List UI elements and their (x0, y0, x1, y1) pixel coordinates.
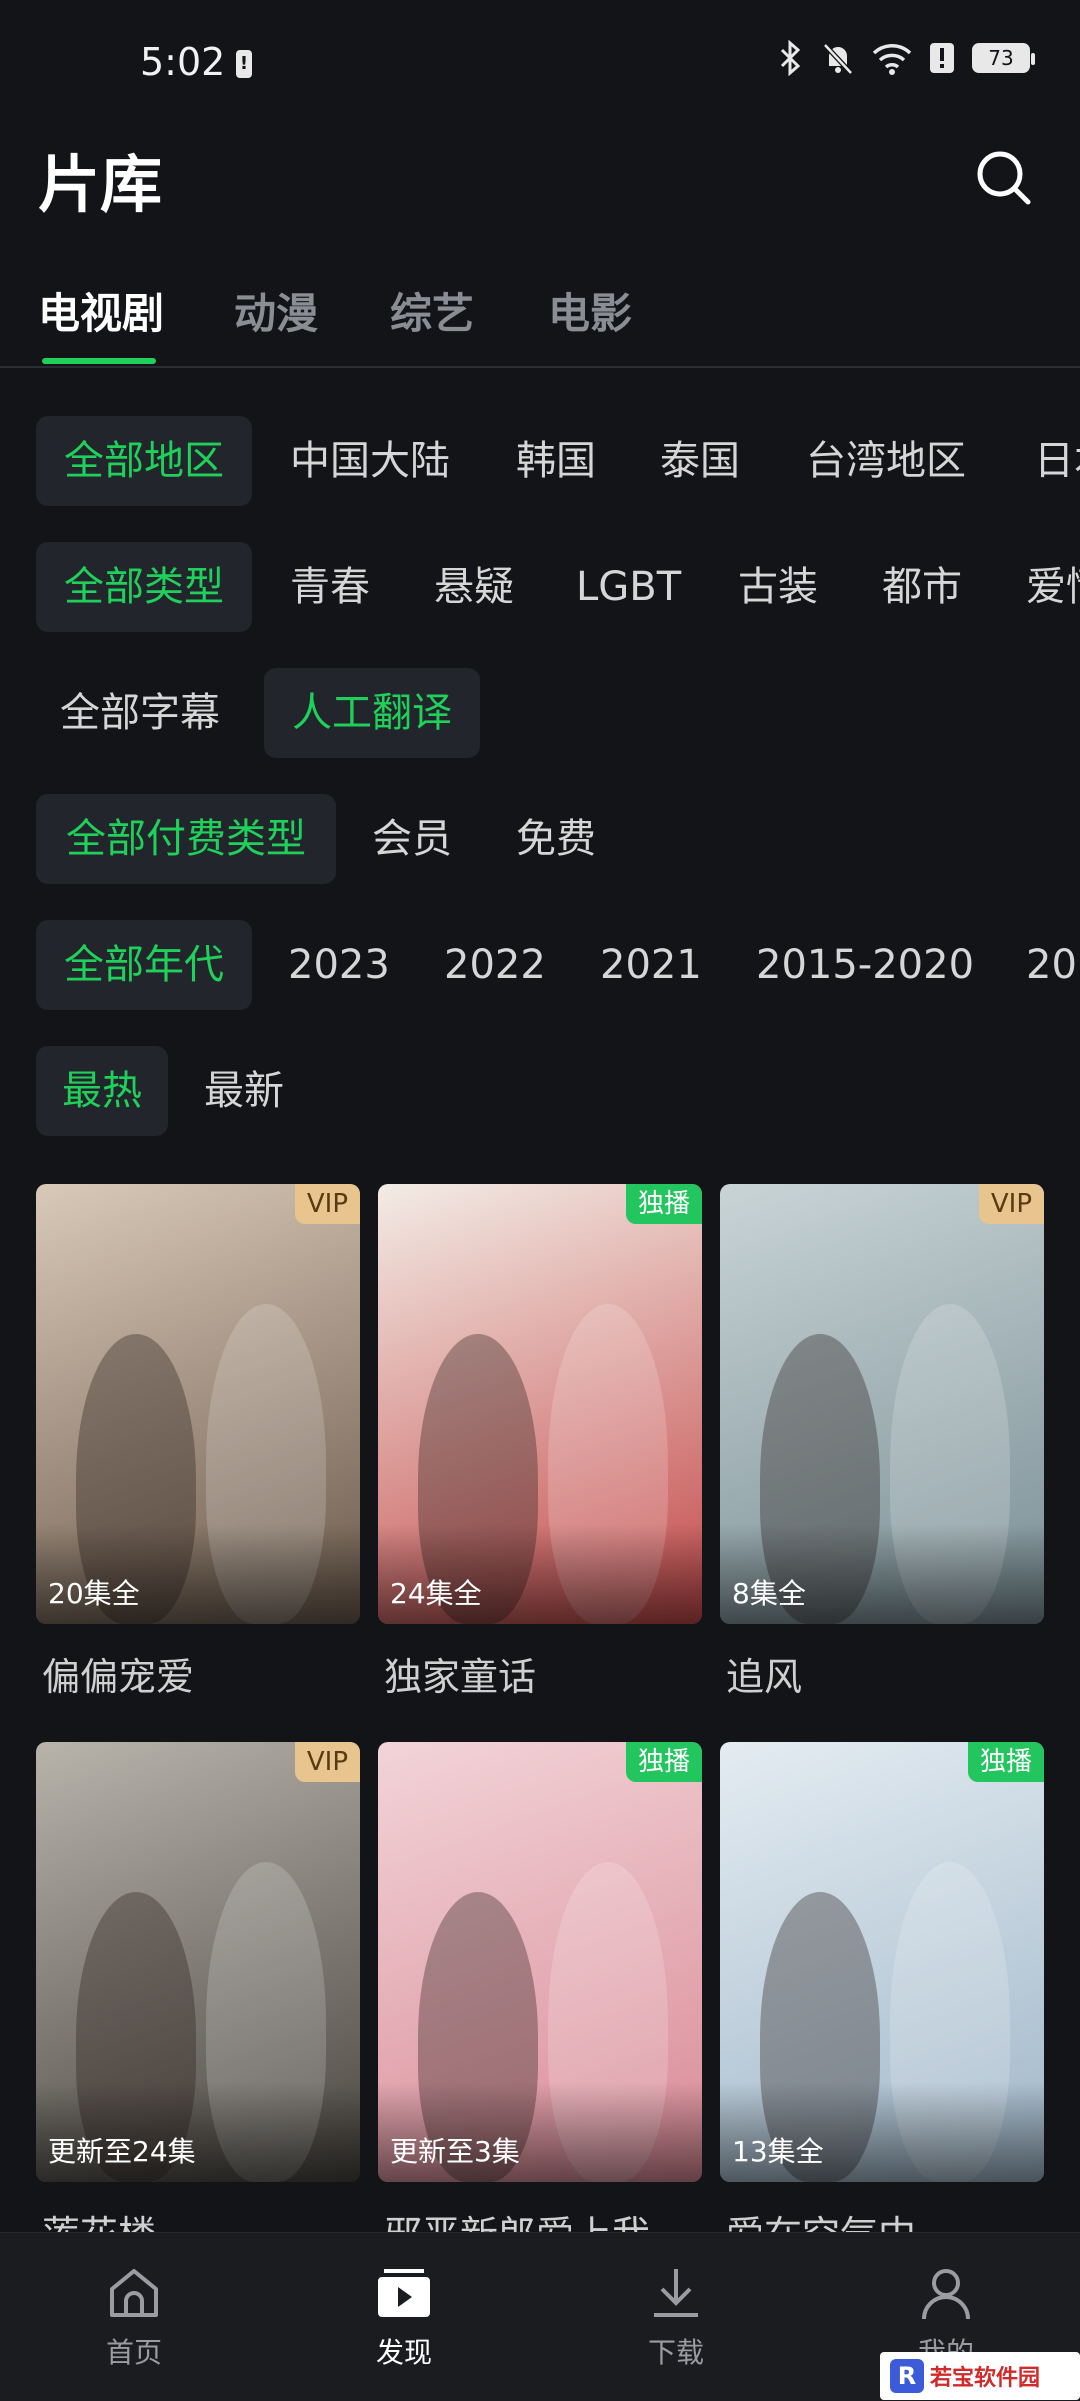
episode-count: 8集全 (732, 1577, 806, 1610)
header: 片库 (0, 130, 1080, 230)
chip-year[interactable]: 2022 (444, 920, 546, 1010)
chip-genre[interactable]: LGBT (576, 542, 681, 632)
nav-download-label: 下载 (647, 2336, 704, 2369)
exclusive-badge: 独播 (625, 1184, 702, 1224)
chip-region[interactable]: 日本 (1034, 416, 1080, 506)
watermark-text: 若宝软件园 (930, 2366, 1041, 2391)
episode-count: 20集全 (48, 1577, 140, 1610)
battery-saver-icon (236, 50, 252, 78)
episode-count: 13集全 (732, 2135, 824, 2168)
chip-region[interactable]: 韩国 (516, 416, 596, 506)
chip-genre[interactable]: 古装 (738, 542, 818, 632)
watermark: R 若宝软件园 (880, 2352, 1080, 2400)
nav-discover-label: 发现 (375, 2336, 432, 2369)
vip-badge: VIP (978, 1184, 1044, 1224)
chip-year[interactable]: 2023 (288, 920, 390, 1010)
active-tab-indicator (42, 358, 156, 364)
chip-genre-all[interactable]: 全部类型 (36, 542, 252, 632)
episode-count: 24集全 (390, 1577, 482, 1610)
chip-genre[interactable]: 都市 (882, 542, 962, 632)
chip-payment[interactable]: 会员 (372, 794, 452, 884)
watermark-logo-icon: R (890, 2359, 924, 2393)
profile-icon (922, 2269, 970, 2320)
chip-subtitle-all[interactable]: 全部字幕 (60, 668, 220, 758)
filter-subtitle: 全部字幕 人工翻译 (0, 668, 1080, 758)
drama-title[interactable]: 偏偏宠爱 (42, 1646, 194, 1701)
filter-sort: 最热 最新 (0, 1046, 1080, 1136)
filter-year: 全部年代 2023 2022 2021 2015-2020 2010-2014 (0, 920, 1080, 1010)
discover-icon (378, 2269, 430, 2317)
nav-download[interactable]: 下载 (596, 2263, 756, 2371)
poster-image[interactable]: 独播 13集全 (720, 1742, 1044, 2182)
drama-title[interactable]: 独家童话 (384, 1646, 536, 1701)
filter-payment: 全部付费类型 会员 免费 (0, 794, 1080, 884)
battery-icon: 73 (972, 43, 1035, 73)
chip-genre[interactable]: 悬疑 (434, 542, 514, 632)
tab-tv-series[interactable]: 电视剧 (38, 280, 164, 341)
tab-variety[interactable]: 综艺 (390, 280, 474, 341)
chip-year[interactable]: 2021 (600, 920, 702, 1010)
chip-sort-new[interactable]: 最新 (204, 1046, 284, 1136)
search-icon[interactable] (972, 146, 1036, 210)
poster-image[interactable]: 独播更新至3集 (378, 1742, 702, 2182)
home-icon (110, 2269, 158, 2317)
poster-image[interactable]: VIP 8集全 (720, 1184, 1044, 1624)
chip-genre[interactable]: 爱情 (1026, 542, 1080, 632)
chip-payment-all[interactable]: 全部付费类型 (36, 794, 336, 884)
tab-movie[interactable]: 电影 (548, 280, 632, 341)
status-icons: 73 (778, 40, 1035, 76)
poster-image[interactable]: 独播 24集全 (378, 1184, 702, 1624)
status-time: 5:02 (140, 40, 226, 84)
nav-discover[interactable]: 发现 (324, 2263, 484, 2371)
chip-year[interactable]: 2015-2020 (756, 920, 974, 1010)
battery-level: 73 (988, 46, 1014, 70)
chip-region[interactable]: 台湾地区 (806, 416, 966, 506)
tab-anime[interactable]: 动漫 (234, 280, 318, 341)
chip-region-all[interactable]: 全部地区 (36, 416, 252, 506)
chip-genre[interactable]: 青春 (290, 542, 370, 632)
episode-count: 更新至3集 (390, 2135, 520, 2168)
vip-badge: VIP (294, 1184, 360, 1224)
filter-region: 全部地区 中国大陆 韩国 泰国 台湾地区 日本 (0, 416, 1080, 506)
exclusive-badge: 独播 (967, 1742, 1044, 1782)
mute-bell-icon (823, 43, 853, 75)
vip-badge: VIP (294, 1742, 360, 1782)
poster-image[interactable]: VIP 更新至24集 (36, 1742, 360, 2182)
bluetooth-icon (780, 40, 801, 76)
chip-sort-hot[interactable]: 最热 (36, 1046, 168, 1136)
chip-payment[interactable]: 免费 (516, 794, 596, 884)
category-tabs: 电视剧 动漫 综艺 电影 (0, 270, 1080, 368)
page-title: 片库 (38, 148, 163, 221)
filter-genre: 全部类型 青春 悬疑 LGBT 古装 都市 爱情 (0, 542, 1080, 632)
wifi-icon (872, 44, 912, 75)
drama-title[interactable]: 追风 (726, 1646, 802, 1701)
chip-year[interactable]: 2010-2014 (1026, 920, 1080, 1010)
chip-region[interactable]: 泰国 (660, 416, 740, 506)
download-icon (654, 2269, 698, 2317)
chip-region[interactable]: 中国大陆 (290, 416, 450, 506)
chip-year-all[interactable]: 全部年代 (36, 920, 252, 1010)
episode-count: 更新至24集 (48, 2135, 196, 2168)
status-bar: 5:02 73 (0, 0, 1080, 130)
chip-subtitle-human[interactable]: 人工翻译 (264, 668, 480, 758)
exclusive-badge: 独播 (625, 1742, 702, 1782)
nav-home-label: 首页 (105, 2336, 162, 2369)
alert-icon (930, 43, 954, 73)
poster-image[interactable]: VIP 20集全 (36, 1184, 360, 1624)
nav-home[interactable]: 首页 (54, 2263, 214, 2371)
